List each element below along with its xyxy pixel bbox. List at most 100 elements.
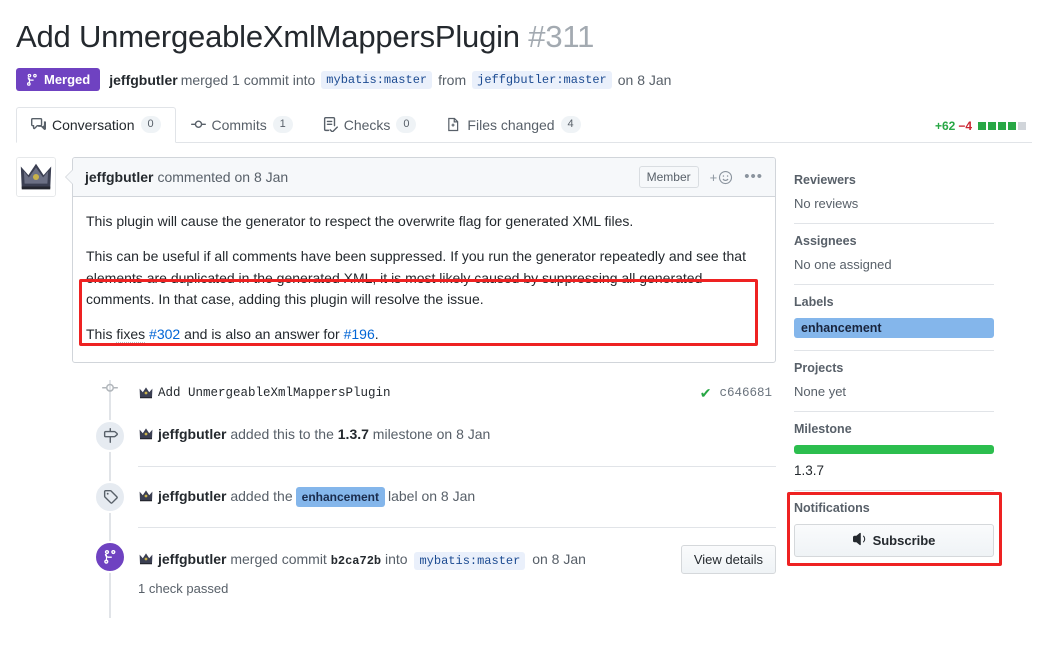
pr-author[interactable]: jeffgbutler (109, 72, 177, 88)
tab-files-changed-count: 4 (560, 116, 581, 134)
tab-files-changed-label: Files changed (467, 116, 555, 133)
tab-commits[interactable]: Commits 1 (176, 107, 308, 143)
merge-event-date: on 8 Jan (532, 550, 586, 567)
tab-checks[interactable]: Checks 0 (308, 107, 432, 143)
diffstat-block (988, 122, 996, 131)
merge-date: on 8 Jan (617, 71, 672, 88)
comment-action: commented on 8 Jan (157, 169, 289, 186)
head-branch-chip[interactable]: jeffgbutler:master (472, 70, 612, 89)
milestone-event-actor[interactable]: jeffgbutler (158, 426, 226, 442)
base-branch-chip[interactable]: mybatis:master (321, 70, 433, 89)
git-merge-icon (26, 73, 39, 86)
page-title: Add UnmergeableXmlMappersPlugin #311 (16, 18, 1032, 55)
commit-row: Add UnmergeableXmlMappersPlugin ✔ c64668… (138, 380, 776, 407)
check-icon: ✔ (699, 384, 712, 401)
sidebar-section-milestone: Milestone 1.3.7 (794, 422, 994, 492)
diffstat-block (998, 122, 1006, 131)
merge-event-checks: 1 check passed (138, 580, 229, 596)
timeline: Add UnmergeableXmlMappersPlugin ✔ c64668… (16, 379, 776, 618)
label-event-suffix: label on 8 Jan (388, 487, 476, 504)
tab-checks-count: 0 (396, 116, 417, 134)
milestone-name[interactable]: 1.3.7 (794, 463, 994, 478)
status-badge-label: Merged (44, 72, 91, 88)
timeline-item-label: jeffgbutler added the enhancement label on… (16, 480, 776, 513)
label-event-prefix: added the (230, 487, 293, 504)
sidebar-section-assignees: Assignees No one assigned (794, 234, 994, 286)
pr-title-text: Add UnmergeableXmlMappersPlugin (16, 19, 520, 54)
pr-merge-text: merged 1 commit into (180, 71, 316, 88)
merge-event-branch[interactable]: mybatis:master (414, 551, 526, 570)
tag-icon (94, 480, 126, 513)
sidebar: Reviewers No reviews Assignees No one as… (794, 157, 994, 571)
diffstat-block (1018, 122, 1026, 131)
avatar (138, 487, 154, 504)
view-details-button[interactable]: View details (680, 544, 776, 574)
timeline-item-milestone: jeffgbutler added this to the 1.3.7 mile… (16, 419, 776, 452)
milestone-progress-bar (794, 445, 994, 455)
comment-paragraph-closing: This fixes #302 and is also an answer fo… (86, 324, 762, 346)
milestone-progress-fill (794, 445, 994, 455)
diffstat: +62 −4 (935, 119, 1032, 142)
sidebar-title-assignees[interactable]: Assignees (794, 234, 994, 248)
milestone-event-text: jeffgbutler added this to the 1.3.7 mile… (138, 420, 776, 448)
avatar (138, 385, 154, 402)
sidebar-title-reviewers[interactable]: Reviewers (794, 173, 994, 187)
closing-prefix: This (86, 325, 117, 342)
subscribe-button-label: Subscribe (872, 533, 936, 549)
subscribe-button[interactable]: Subscribe (794, 524, 994, 558)
timeline-item-commit: Add UnmergeableXmlMappersPlugin ✔ c64668… (16, 380, 776, 410)
merge-event-actor[interactable]: jeffgbutler (158, 551, 226, 567)
sidebar-empty-assignees: No one assigned (794, 257, 892, 273)
add-reaction-icon[interactable]: + (710, 170, 734, 185)
merge-event-text: jeffgbutler merged commit b2ca72b into m… (138, 544, 776, 574)
commit-status: ✔ c646681 (700, 385, 776, 402)
milestone-event-suffix: milestone on 8 Jan (372, 425, 491, 442)
status-badge: Member (638, 166, 699, 189)
checklist-icon (323, 117, 338, 133)
diffstat-block (978, 122, 986, 131)
timeline-separator (138, 526, 776, 528)
label-chip-enhancement[interactable]: enhancement (295, 486, 385, 507)
merge-event-sha[interactable]: b2ca72b (331, 554, 381, 568)
closing-suffix: . (374, 325, 379, 342)
commit-sha[interactable]: c646681 (719, 386, 772, 400)
sidebar-title-notifications: Notifications (794, 501, 870, 516)
sidebar-title-milestone[interactable]: Milestone (794, 422, 994, 436)
sidebar-empty-projects: None yet (794, 384, 847, 400)
sidebar-title-labels[interactable]: Labels (794, 295, 994, 309)
commit-message[interactable]: Add UnmergeableXmlMappersPlugin (158, 386, 391, 400)
comment-author[interactable]: jeffgbutler (85, 169, 153, 185)
pr-tabbar: Conversation 0 Commits 1 Checks 0 Files … (16, 107, 1032, 144)
label-event-text: jeffgbutler added the enhancement label on… (138, 481, 776, 513)
git-commit-icon (190, 117, 206, 132)
issue-link-196[interactable]: #196 (344, 326, 375, 342)
label-event-actor[interactable]: jeffgbutler (158, 488, 226, 504)
sidebar-empty-reviewers: No reviews (794, 196, 859, 212)
sidebar-label-enhancement[interactable]: enhancement (794, 318, 994, 339)
comment-card: jeffgbutler commented on 8 Jan Member + … (65, 157, 776, 363)
sidebar-title-projects[interactable]: Projects (794, 361, 994, 375)
diffstat-block (1008, 122, 1016, 131)
comment-body: This plugin will cause the generator to … (73, 197, 775, 361)
avatar[interactable] (16, 157, 56, 198)
milestone-event-name[interactable]: 1.3.7 (338, 426, 369, 442)
tab-files-changed[interactable]: Files changed 4 (431, 107, 595, 143)
status-badge: Merged (16, 68, 101, 92)
comment-discussion-icon (31, 117, 46, 132)
comment-paragraph-1: This plugin will cause the generator to … (86, 213, 634, 230)
issue-link-302[interactable]: #302 (149, 326, 180, 342)
pr-body: jeffgbutler commented on 8 Jan Member + … (16, 157, 1032, 618)
tab-conversation-count: 0 (140, 116, 161, 134)
kebab-horizontal-icon[interactable]: ••• (744, 169, 763, 184)
sidebar-section-labels: Labels enhancement (794, 295, 994, 352)
sidebar-section-projects: Projects None yet (794, 361, 994, 413)
tab-commits-count: 1 (272, 116, 293, 134)
diffstat-deletions: −4 (958, 119, 972, 134)
timeline-item-merge: jeffgbutler merged commit b2ca72b into m… (16, 540, 776, 598)
tab-conversation[interactable]: Conversation 0 (16, 107, 176, 144)
from-text: from (438, 71, 467, 88)
diffstat-additions: +62 (934, 119, 956, 134)
pr-meta-line: Merged jeffgbutler merged 1 commit into … (16, 68, 1032, 92)
unmute-icon (852, 532, 867, 549)
merge-event-prefix: merged commit (230, 550, 327, 567)
